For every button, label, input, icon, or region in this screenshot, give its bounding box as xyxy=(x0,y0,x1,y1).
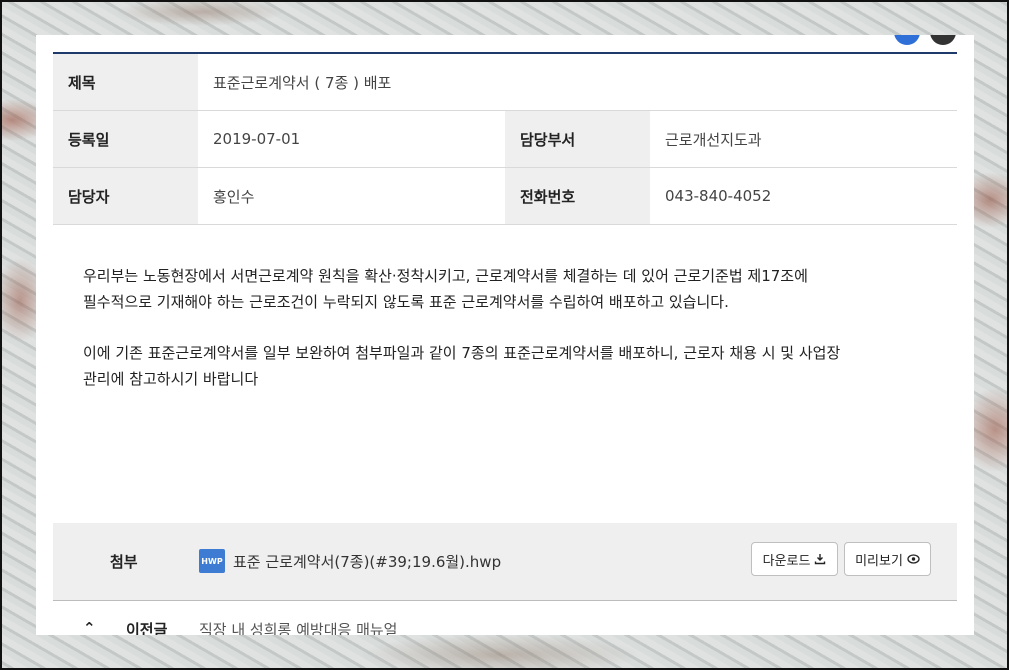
top-circles xyxy=(894,35,956,45)
dept-label: 담당부서 xyxy=(505,111,650,167)
info-row-person: 담당자 홍인수 전화번호 043-840-4052 xyxy=(53,168,957,225)
download-button[interactable]: 다운로드 xyxy=(751,542,838,576)
attachment-section: 첨부 HWP 표준 근로계약서(7종)(#39;19.6월).hwp 다운로드 … xyxy=(53,523,957,601)
paragraph-1: 우리부는 노동현장에서 서면근로계약 원칙을 확산·정착시키고, 근로계약서를 … xyxy=(83,263,913,315)
info-row-date: 등록일 2019-07-01 담당부서 근로개선지도과 xyxy=(53,111,957,168)
download-label: 다운로드 xyxy=(762,553,811,569)
dept-value: 근로개선지도과 xyxy=(665,130,762,149)
dark-circle-icon[interactable] xyxy=(930,35,956,45)
blue-circle-icon[interactable] xyxy=(894,35,920,45)
info-table: 제목 표준근로계약서 ( 7종 ) 배포 등록일 2019-07-01 담당부서… xyxy=(53,52,957,225)
phone-label: 전화번호 xyxy=(505,168,650,224)
date-value: 2019-07-01 xyxy=(213,130,301,148)
title-value: 표준근로계약서 ( 7종 ) 배포 xyxy=(213,73,392,92)
previous-post-title[interactable]: 직장 내 성희롱 예방대응 매뉴얼 xyxy=(199,619,397,635)
previous-post-label: 이전글 xyxy=(126,621,168,635)
info-row-title: 제목 표준근로계약서 ( 7종 ) 배포 xyxy=(53,54,957,111)
chevron-up-icon: ⌃ xyxy=(83,619,96,635)
attachment-file-link[interactable]: HWP 표준 근로계약서(7종)(#39;19.6월).hwp xyxy=(199,549,501,573)
paragraph-1-line-2: 필수적으로 기재해야 하는 근로조건이 누락되지 않도록 표준 근로계약서를 수… xyxy=(83,293,729,311)
notice-content: 우리부는 노동현장에서 서면근로계약 원칙을 확산·정착시키고, 근로계약서를 … xyxy=(83,263,913,417)
attachment-file-name[interactable]: 표준 근로계약서(7종)(#39;19.6월).hwp xyxy=(233,551,501,572)
paragraph-1-line-1: 우리부는 노동현장에서 서면근로계약 원칙을 확산·정착시키고, 근로계약서를 … xyxy=(83,267,808,285)
eye-icon xyxy=(907,554,920,564)
person-label: 담당자 xyxy=(53,168,198,224)
title-label: 제목 xyxy=(53,54,198,110)
person-value: 홍인수 xyxy=(213,187,255,206)
hwp-file-icon: HWP xyxy=(199,549,225,573)
date-label: 등록일 xyxy=(53,111,198,167)
previous-post[interactable]: ⌃ 이전글 직장 내 성희롱 예방대응 매뉴얼 xyxy=(53,613,957,635)
preview-button[interactable]: 미리보기 xyxy=(844,542,931,576)
download-icon xyxy=(815,554,826,565)
paragraph-2-line-1: 이에 기존 표준근로계약서를 일부 보완하여 첨부파일과 같이 7종의 표준근로… xyxy=(83,344,841,362)
attachment-label: 첨부 xyxy=(110,553,138,571)
preview-label: 미리보기 xyxy=(855,553,903,569)
paragraph-2-line-2: 관리에 참고하시기 바랍니다 xyxy=(83,370,259,388)
phone-value: 043-840-4052 xyxy=(665,187,772,205)
notice-panel: 제목 표준근로계약서 ( 7종 ) 배포 등록일 2019-07-01 담당부서… xyxy=(36,35,974,635)
paragraph-2: 이에 기존 표준근로계약서를 일부 보완하여 첨부파일과 같이 7종의 표준근로… xyxy=(83,340,913,392)
